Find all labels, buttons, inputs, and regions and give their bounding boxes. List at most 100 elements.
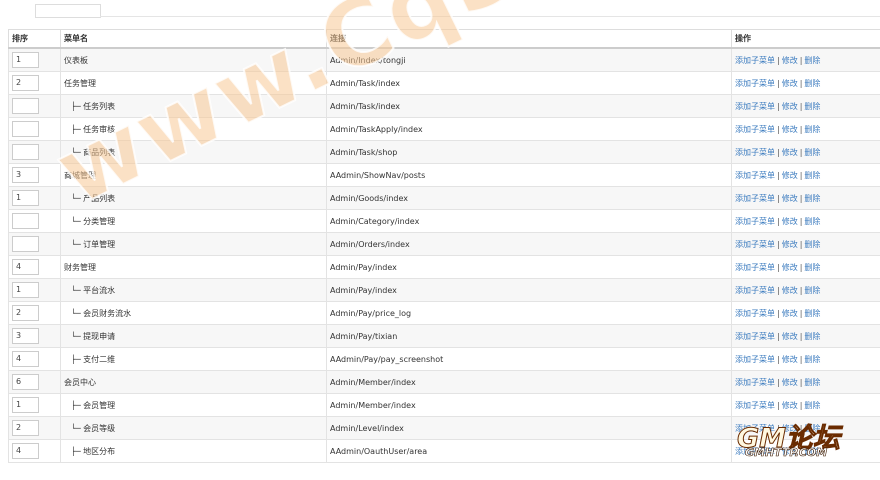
sort-input[interactable]: 2 [12,420,39,436]
delete-link[interactable]: 删除 [804,355,820,364]
add-submenu-link[interactable]: 添加子菜单 [735,56,775,65]
sort-input[interactable]: 1 [12,397,39,413]
separator: | [777,78,780,88]
add-submenu-link[interactable]: 添加子菜单 [735,194,775,203]
top-input[interactable] [35,4,101,18]
edit-link[interactable]: 修改 [782,286,798,295]
sort-input[interactable] [12,98,39,114]
link-cell: Admin/TaskApply/index [326,117,732,141]
add-submenu-link[interactable]: 添加子菜单 [735,424,775,433]
add-submenu-link[interactable]: 添加子菜单 [735,263,775,272]
edit-link[interactable]: 修改 [782,171,798,180]
edit-link[interactable]: 修改 [782,263,798,272]
delete-link[interactable]: 删除 [804,102,820,111]
sort-input[interactable] [12,144,39,160]
sort-input[interactable] [12,213,39,229]
sort-input[interactable]: 4 [12,443,39,459]
link-cell: Admin/Pay/index [326,278,732,302]
actions-cell: 添加子菜单 | 修改 | 删除 [731,163,880,187]
delete-link[interactable]: 删除 [804,79,820,88]
link-cell: Admin/Member/index [326,393,732,417]
sort-input[interactable]: 2 [12,75,39,91]
menu-name: └─ 商品列表 [71,147,116,157]
add-submenu-link[interactable]: 添加子菜单 [735,79,775,88]
delete-link[interactable]: 删除 [804,401,820,410]
delete-link[interactable]: 删除 [804,286,820,295]
edit-link[interactable]: 修改 [782,447,798,456]
add-submenu-link[interactable]: 添加子菜单 [735,447,775,456]
delete-link[interactable]: 删除 [804,424,820,433]
add-submenu-link[interactable]: 添加子菜单 [735,378,775,387]
actions-cell: 添加子菜单 | 修改 | 删除 [731,393,880,417]
separator: | [777,193,780,203]
edit-link[interactable]: 修改 [782,194,798,203]
add-submenu-link[interactable]: 添加子菜单 [735,355,775,364]
delete-link[interactable]: 删除 [804,378,820,387]
add-submenu-link[interactable]: 添加子菜单 [735,332,775,341]
sort-input[interactable]: 1 [12,282,39,298]
edit-link[interactable]: 修改 [782,217,798,226]
add-submenu-link[interactable]: 添加子菜单 [735,125,775,134]
menu-link: Admin/Pay/price_log [330,308,412,318]
edit-link[interactable]: 修改 [782,424,798,433]
delete-link[interactable]: 删除 [804,217,820,226]
delete-link[interactable]: 删除 [804,125,820,134]
delete-link[interactable]: 删除 [804,194,820,203]
delete-link[interactable]: 删除 [804,332,820,341]
sort-input[interactable]: 3 [12,167,39,183]
menu-link: Admin/Pay/index [330,262,397,272]
sort-input[interactable]: 3 [12,328,39,344]
sort-input[interactable]: 4 [12,351,39,367]
sort-input[interactable]: 1 [12,190,39,206]
edit-link[interactable]: 修改 [782,102,798,111]
sort-input[interactable] [12,236,39,252]
edit-link[interactable]: 修改 [782,240,798,249]
delete-link[interactable]: 删除 [804,148,820,157]
delete-link[interactable]: 删除 [804,56,820,65]
table-row: 1 └─ 平台流水 Admin/Pay/index 添加子菜单 | 修改 | 删除 [8,278,880,302]
actions-cell: 添加子菜单 | 修改 | 删除 [731,117,880,141]
edit-link[interactable]: 修改 [782,309,798,318]
edit-link[interactable]: 修改 [782,56,798,65]
add-submenu-link[interactable]: 添加子菜单 [735,401,775,410]
menu-name-cell: ├─ 任务审核 [60,117,327,141]
menu-name: ├─ 地区分布 [71,446,116,456]
delete-link[interactable]: 删除 [804,447,820,456]
menu-link: Admin/Index/tongji [330,55,406,65]
separator: | [777,101,780,111]
delete-link[interactable]: 删除 [804,263,820,272]
menu-link: Admin/Task/index [330,78,401,88]
menu-link: Admin/Task/index [330,101,401,111]
menu-name-cell: 任务管理 [60,71,327,95]
edit-link[interactable]: 修改 [782,79,798,88]
menu-name-cell: ├─ 地区分布 [60,439,327,463]
menu-name: └─ 产品列表 [71,193,116,203]
sort-input[interactable]: 1 [12,52,39,68]
delete-link[interactable]: 删除 [804,240,820,249]
menu-name-cell: └─ 会员财务流水 [60,301,327,325]
sort-input[interactable] [12,121,39,137]
edit-link[interactable]: 修改 [782,332,798,341]
delete-link[interactable]: 删除 [804,309,820,318]
edit-link[interactable]: 修改 [782,148,798,157]
header-menu-name: 菜单名 [60,29,327,49]
menu-name: └─ 分类管理 [71,216,116,226]
sort-input[interactable]: 6 [12,374,39,390]
add-submenu-link[interactable]: 添加子菜单 [735,171,775,180]
table-row: 1 └─ 产品列表 Admin/Goods/index 添加子菜单 | 修改 | 删除 [8,186,880,210]
delete-link[interactable]: 删除 [804,171,820,180]
sort-input[interactable]: 4 [12,259,39,275]
edit-link[interactable]: 修改 [782,378,798,387]
add-submenu-link[interactable]: 添加子菜单 [735,286,775,295]
add-submenu-link[interactable]: 添加子菜单 [735,217,775,226]
add-submenu-link[interactable]: 添加子菜单 [735,240,775,249]
menu-name-cell: └─ 会员等级 [60,416,327,440]
edit-link[interactable]: 修改 [782,401,798,410]
add-submenu-link[interactable]: 添加子菜单 [735,148,775,157]
sort-cell: 2 [8,301,61,325]
add-submenu-link[interactable]: 添加子菜单 [735,102,775,111]
edit-link[interactable]: 修改 [782,355,798,364]
add-submenu-link[interactable]: 添加子菜单 [735,309,775,318]
edit-link[interactable]: 修改 [782,125,798,134]
sort-input[interactable]: 2 [12,305,39,321]
